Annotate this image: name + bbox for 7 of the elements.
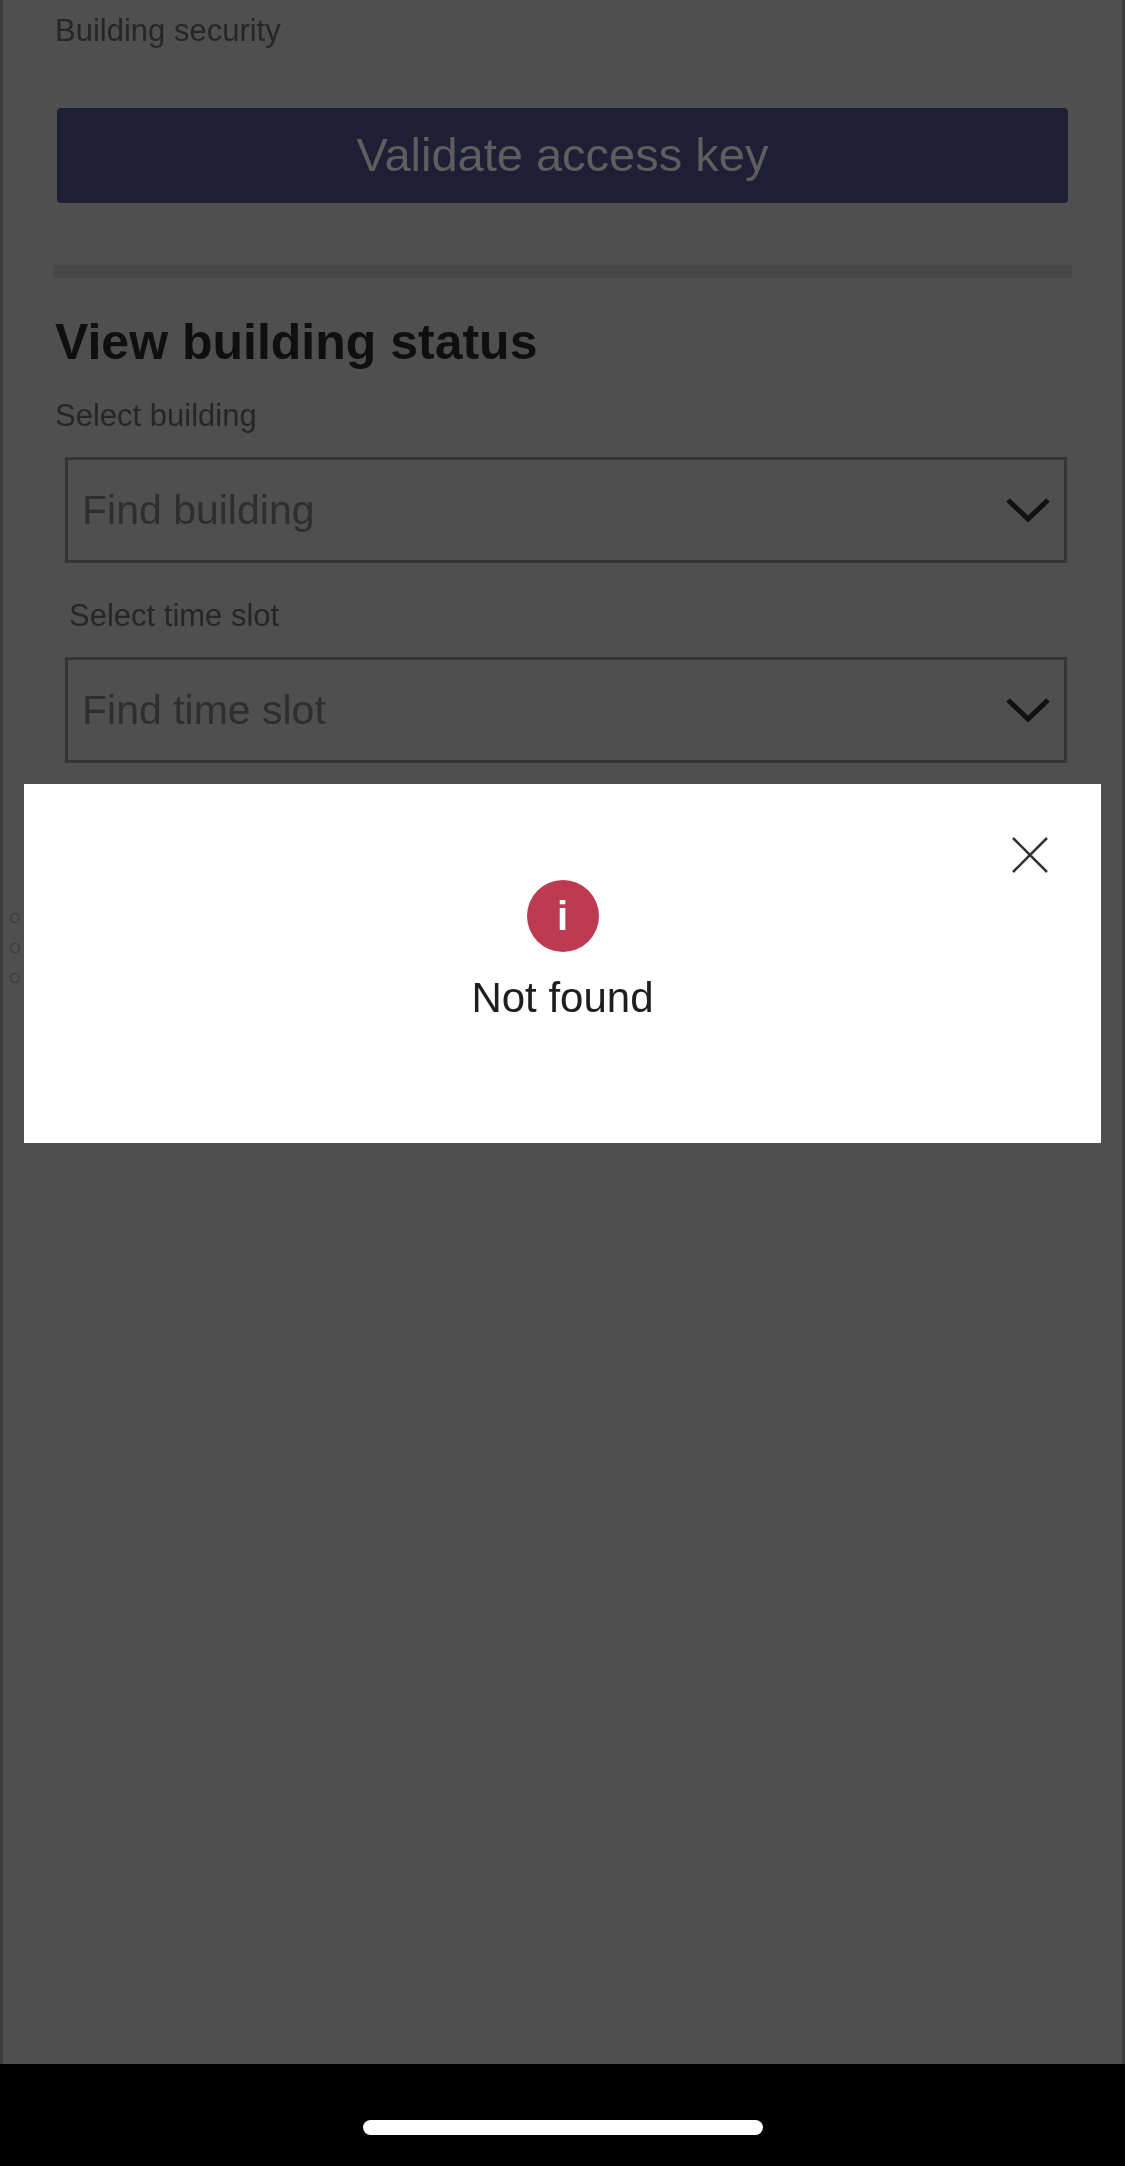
close-icon xyxy=(1012,837,1048,873)
section-heading: View building status xyxy=(55,313,539,372)
home-indicator[interactable] xyxy=(362,2119,763,2135)
info-icon: i xyxy=(526,880,599,952)
chevron-down-icon xyxy=(1005,497,1051,523)
chevron-down-icon xyxy=(1005,697,1051,723)
dialog-message: Not found xyxy=(471,973,654,1023)
